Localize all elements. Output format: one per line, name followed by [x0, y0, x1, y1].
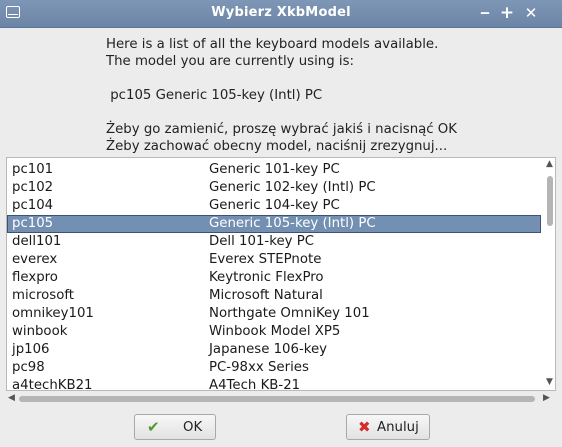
model-id-cell: pc101 [12, 162, 54, 177]
check-icon: ✔ [147, 418, 160, 436]
model-id-cell: microsoft [12, 288, 74, 303]
model-id-cell: a4techKB21 [12, 378, 93, 391]
model-row[interactable]: omnikey101 Northgate OmniKey 101 [7, 305, 541, 323]
scroll-left-arrow-icon[interactable]: ◀ [8, 393, 15, 403]
info-line-5: Żeby zachować obecny model, naciśnij zre… [106, 139, 448, 154]
model-name-cell: Winbook Model XP5 [209, 324, 341, 339]
info-text: Here is a list of all the keyboard model… [106, 36, 457, 155]
model-id-cell: dell101 [12, 234, 62, 249]
model-id-cell: pc98 [12, 360, 45, 375]
model-row[interactable]: flexpro Keytronic FlexPro [7, 269, 541, 287]
model-name-cell: Keytronic FlexPro [209, 270, 324, 285]
vertical-scroll-thumb[interactable] [547, 176, 553, 226]
model-name-cell: Microsoft Natural [209, 288, 323, 303]
model-name-cell: Generic 105-key (Intl) PC [209, 216, 376, 231]
model-row[interactable]: dell101 Dell 101-key PC [7, 233, 541, 251]
minimize-button[interactable]: ‒ [476, 4, 494, 22]
scroll-down-arrow-icon[interactable]: ▼ [546, 377, 553, 387]
model-id-cell: flexpro [12, 270, 58, 285]
info-line-1: Here is a list of all the keyboard model… [106, 37, 439, 52]
model-id-cell: pc102 [12, 180, 54, 195]
model-name-cell: Northgate OmniKey 101 [209, 306, 370, 321]
model-name-cell: Generic 102-key (Intl) PC [209, 180, 376, 195]
model-row[interactable]: a4techKB21 A4Tech KB-21 [7, 377, 541, 391]
title-bar[interactable]: Wybierz XkbModel ‒ + ✕ [0, 0, 562, 28]
model-row[interactable]: microsoft Microsoft Natural [7, 287, 541, 305]
vertical-scrollbar[interactable]: ▲ ▼ [544, 158, 555, 390]
close-button[interactable]: ✕ [522, 4, 540, 22]
ok-button-label: OK [183, 420, 203, 435]
scroll-right-arrow-icon[interactable]: ▶ [543, 393, 550, 403]
cancel-button-label: Anuluj [377, 420, 419, 435]
model-name-cell: PC-98xx Series [209, 360, 309, 375]
scroll-up-arrow-icon[interactable]: ▲ [546, 159, 553, 169]
current-model-text: pc105 Generic 105-key (Intl) PC [106, 88, 323, 103]
model-row[interactable]: pc98 PC-98xx Series [7, 359, 541, 377]
horizontal-scroll-thumb[interactable] [19, 396, 535, 402]
model-name-cell: Dell 101-key PC [209, 234, 315, 249]
model-id-cell: everex [12, 252, 58, 267]
dialog-window: Wybierz XkbModel ‒ + ✕ Here is a list of… [0, 0, 562, 447]
model-row[interactable]: winbook Winbook Model XP5 [7, 323, 541, 341]
model-id-cell: omnikey101 [12, 306, 94, 321]
info-line-4: Żeby go zamienić, proszę wybrać jakiś i … [106, 122, 457, 137]
model-row[interactable]: pc104 Generic 104-key PC [7, 197, 541, 215]
x-icon: ✖ [358, 418, 371, 436]
model-name-cell: Generic 104-key PC [209, 198, 340, 213]
model-list[interactable]: pc101 Generic 101-key PC pc102 Generic 102-… [6, 157, 556, 391]
model-name-cell: A4Tech KB-21 [209, 378, 301, 391]
model-row[interactable]: pc105 Generic 105-key (Intl) PC [7, 215, 541, 233]
horizontal-scrollbar[interactable]: ◀ ▶ [6, 391, 556, 405]
model-id-cell: winbook [12, 324, 68, 339]
model-row[interactable]: pc102 Generic 102-key (Intl) PC [7, 179, 541, 197]
ok-button[interactable]: ✔ OK [134, 414, 216, 440]
maximize-button[interactable]: + [498, 4, 516, 22]
info-line-2: The model you are currently using is: [106, 54, 354, 69]
model-row[interactable]: pc101 Generic 101-key PC [7, 161, 541, 179]
cancel-button[interactable]: ✖ Anuluj [346, 414, 430, 440]
model-row[interactable]: everex Everex STEPnote [7, 251, 541, 269]
model-name-cell: Generic 101-key PC [209, 162, 340, 177]
model-id-cell: jp106 [12, 342, 50, 357]
model-row[interactable]: jp106 Japanese 106-key [7, 341, 541, 359]
model-name-cell: Everex STEPnote [209, 252, 322, 267]
model-name-cell: Japanese 106-key [209, 342, 328, 357]
model-id-cell: pc104 [12, 198, 54, 213]
model-id-cell: pc105 [12, 216, 54, 231]
